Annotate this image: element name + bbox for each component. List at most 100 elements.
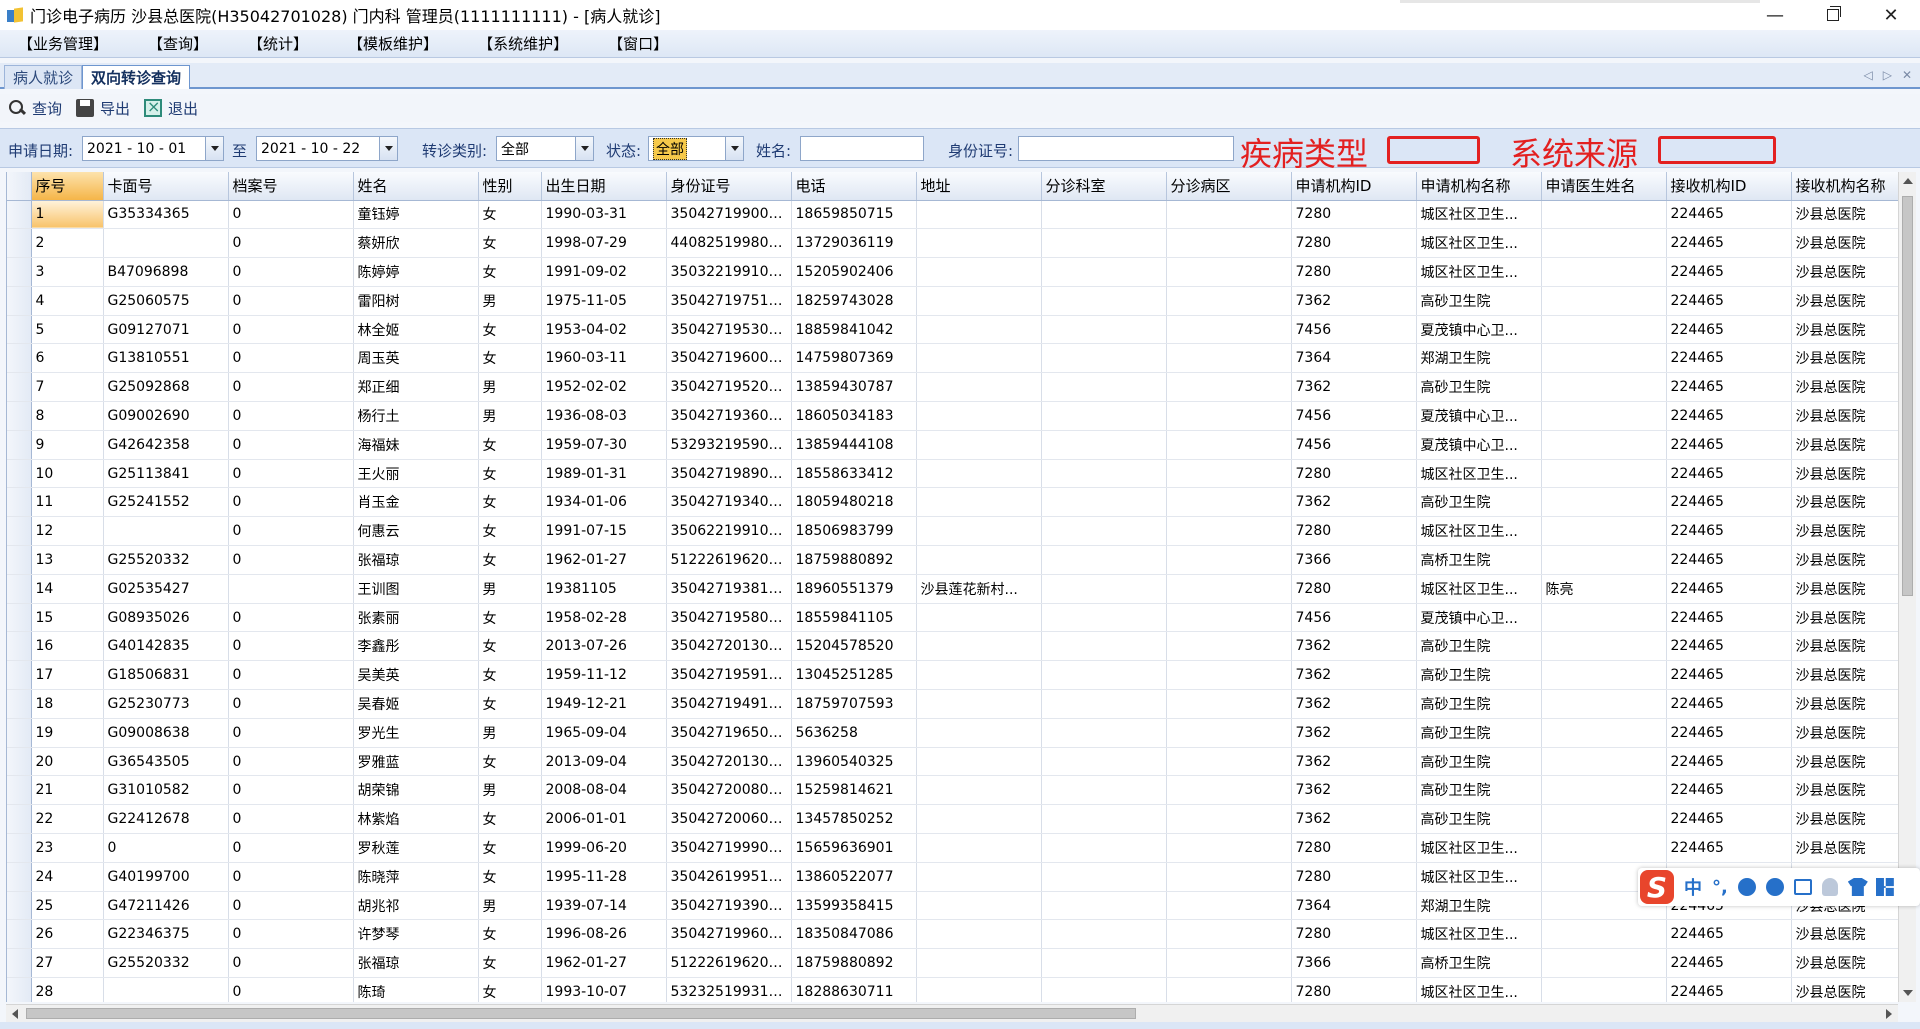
table-cell[interactable] <box>916 459 1042 489</box>
row-selector[interactable] <box>7 891 32 921</box>
table-cell[interactable]: 女 <box>478 545 542 575</box>
table-cell[interactable]: G31010582 <box>103 775 229 806</box>
table-cell[interactable]: 林全姬 <box>353 315 479 345</box>
table-cell[interactable]: 18259743028 <box>791 286 917 316</box>
table-cell[interactable]: 224465 <box>1666 286 1792 316</box>
table-cell[interactable] <box>1041 487 1167 518</box>
table-cell[interactable]: G25092868 <box>103 372 229 403</box>
table-cell[interactable]: 1998-07-29 <box>541 228 667 259</box>
table-cell[interactable]: 女 <box>478 459 542 489</box>
table-cell[interactable]: 男 <box>478 574 542 604</box>
table-cell[interactable]: 7280 <box>1291 257 1417 287</box>
table-cell[interactable]: 城区社区卫生... <box>1416 257 1542 287</box>
table-cell[interactable]: 郑正细 <box>353 372 479 403</box>
table-cell[interactable]: 沙县总医院 <box>1791 487 1898 518</box>
row-selector[interactable] <box>7 862 32 892</box>
table-row[interactable]: 13 G25520332 0 张福琼女 1962-01-27 512226196201..… <box>7 545 1898 575</box>
column-header[interactable]: 身份证号 <box>666 172 792 201</box>
menu-query[interactable]: 【查询】 <box>148 33 208 54</box>
table-cell[interactable]: 高砂卫生院 <box>1416 804 1542 835</box>
table-cell[interactable]: 郑湖卫生院 <box>1416 343 1542 374</box>
table-cell[interactable]: 0 <box>228 372 354 403</box>
table-cell[interactable]: G35334365 <box>103 200 229 230</box>
column-header[interactable]: 申请医生姓名 <box>1541 172 1667 201</box>
tab-scroll-left-icon[interactable]: ◁ <box>1863 68 1872 82</box>
table-cell[interactable]: 女 <box>478 343 542 374</box>
table-cell[interactable]: 女 <box>478 631 542 662</box>
table-cell[interactable]: 0 <box>228 891 354 921</box>
scroll-right-icon[interactable] <box>1886 1009 1892 1019</box>
table-cell[interactable] <box>1166 948 1292 979</box>
table-cell[interactable] <box>1041 200 1167 230</box>
table-cell[interactable]: 沙县总医院 <box>1791 401 1898 431</box>
row-selector[interactable] <box>7 459 32 489</box>
table-cell[interactable] <box>1541 487 1667 518</box>
row-selector[interactable] <box>7 315 32 345</box>
table-cell[interactable]: 0 <box>228 401 354 431</box>
table-cell[interactable]: 7362 <box>1291 631 1417 662</box>
table-cell[interactable]: 沙县总医院 <box>1791 516 1898 547</box>
table-cell[interactable] <box>916 919 1042 950</box>
table-cell[interactable] <box>916 603 1042 633</box>
table-cell[interactable]: 0 <box>228 919 354 950</box>
table-cell[interactable]: G25060575 <box>103 286 229 316</box>
table-cell[interactable] <box>1166 315 1292 345</box>
table-cell[interactable]: 5636258 <box>791 718 917 748</box>
table-cell[interactable] <box>1041 804 1167 835</box>
table-cell[interactable] <box>1541 718 1667 748</box>
table-cell[interactable] <box>916 833 1042 863</box>
table-cell[interactable]: 0 <box>228 545 354 575</box>
table-cell[interactable]: 18859841042 <box>791 315 917 345</box>
table-cell[interactable]: 350427194912... <box>666 689 792 719</box>
table-cell[interactable] <box>1166 228 1292 259</box>
table-cell[interactable]: 男 <box>478 401 542 431</box>
table-cell[interactable]: 224465 <box>1666 977 1792 1002</box>
table-cell[interactable]: 350427195911... <box>666 660 792 691</box>
scroll-up-icon[interactable] <box>1903 178 1913 184</box>
column-header[interactable]: 申请机构名称 <box>1416 172 1542 201</box>
table-cell[interactable]: 许梦琴 <box>353 919 479 950</box>
table-cell[interactable] <box>1166 545 1292 575</box>
table-cell[interactable] <box>1541 516 1667 547</box>
table-cell[interactable]: 城区社区卫生... <box>1416 574 1542 604</box>
table-cell[interactable]: 13859444108 <box>791 430 917 460</box>
table-cell[interactable]: G47211426 <box>103 891 229 921</box>
table-cell[interactable]: 224465 <box>1666 315 1792 345</box>
table-cell[interactable]: G22412678 <box>103 804 229 835</box>
table-cell[interactable] <box>916 286 1042 316</box>
table-cell[interactable] <box>916 948 1042 979</box>
table-row[interactable]: 17 G18506831 0 吴美英女 1959-11-12 350427195911..… <box>7 660 1898 691</box>
maximize-button[interactable] <box>1804 0 1862 30</box>
menu-template[interactable]: 【模板维护】 <box>348 33 438 54</box>
table-cell[interactable]: 杨行土 <box>353 401 479 431</box>
table-cell[interactable]: 7362 <box>1291 689 1417 719</box>
table-cell[interactable]: 张素丽 <box>353 603 479 633</box>
row-selector[interactable] <box>7 660 32 691</box>
table-cell[interactable]: 13599358415 <box>791 891 917 921</box>
table-cell[interactable]: 2008-08-04 <box>541 775 667 806</box>
table-row[interactable]: 6 G13810551 0 周玉英女 1960-03-11 350427196003...… <box>7 343 1898 374</box>
table-cell[interactable]: 夏茂镇中心卫... <box>1416 401 1542 431</box>
table-cell[interactable]: 7280 <box>1291 862 1417 892</box>
table-cell[interactable] <box>1041 315 1167 345</box>
table-cell[interactable]: 0 <box>228 257 354 287</box>
table-cell[interactable]: 高桥卫生院 <box>1416 948 1542 979</box>
table-cell[interactable]: G25241552 <box>103 487 229 518</box>
table-cell[interactable]: 0 <box>228 775 354 806</box>
table-cell[interactable]: 7456 <box>1291 315 1417 345</box>
table-cell[interactable] <box>1541 200 1667 230</box>
referral-type-select[interactable]: 全部 <box>496 136 594 161</box>
column-header[interactable]: 出生日期 <box>541 172 667 201</box>
table-cell[interactable]: 7280 <box>1291 516 1417 547</box>
table-cell[interactable]: 0 <box>228 343 354 374</box>
table-cell[interactable]: G25520332 <box>103 545 229 575</box>
table-cell[interactable] <box>1541 747 1667 777</box>
tab-patient-visit[interactable]: 病人就诊 <box>4 65 83 89</box>
table-cell[interactable]: 周玉英 <box>353 343 479 374</box>
table-cell[interactable]: 7280 <box>1291 200 1417 230</box>
table-cell[interactable] <box>1166 401 1292 431</box>
table-cell[interactable] <box>1041 948 1167 979</box>
name-input[interactable] <box>800 136 924 161</box>
table-cell[interactable]: 1991-09-02 <box>541 257 667 287</box>
table-cell[interactable]: 8 <box>31 401 104 431</box>
